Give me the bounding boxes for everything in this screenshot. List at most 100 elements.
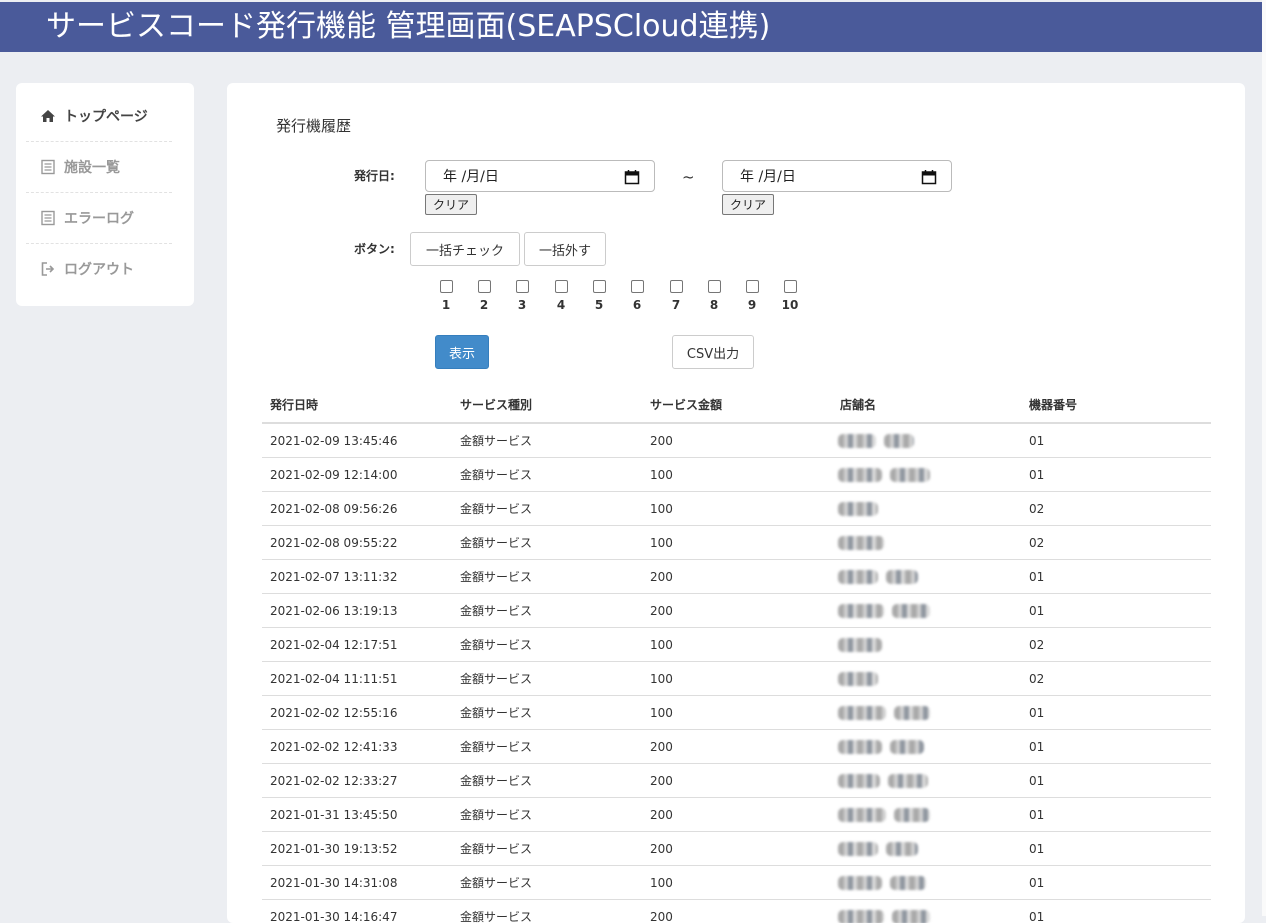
redacted-store-name xyxy=(890,740,924,754)
checkbox[interactable] xyxy=(631,280,644,293)
cell-store-name xyxy=(832,423,1021,458)
date-to-input[interactable]: 年 /月/日 xyxy=(722,160,952,192)
sidebar-item-facilities[interactable]: 施設一覧 xyxy=(26,142,172,193)
checkbox[interactable] xyxy=(440,280,453,293)
csv-export-button[interactable]: CSV出力 xyxy=(672,335,754,369)
cell-service-type: 金額サービス xyxy=(452,730,642,764)
cell-datetime: 2021-02-07 13:11:32 xyxy=(262,560,452,594)
checkbox[interactable] xyxy=(593,280,606,293)
redacted-store-name xyxy=(838,876,882,890)
cell-service-amount: 200 xyxy=(642,423,832,458)
device-checkbox-6[interactable]: 6 xyxy=(624,280,650,312)
table-row: 2021-02-02 12:33:27金額サービス20001 xyxy=(262,764,1211,798)
checkbox[interactable] xyxy=(746,280,759,293)
window-edge xyxy=(1262,0,1266,916)
table-row: 2021-01-31 13:45:50金額サービス20001 xyxy=(262,798,1211,832)
cell-datetime: 2021-02-02 12:41:33 xyxy=(262,730,452,764)
date-from-placeholder: 年 /月/日 xyxy=(443,166,499,186)
cell-service-type: 金額サービス xyxy=(452,458,642,492)
table-row: 2021-02-08 09:56:26金額サービス10002 xyxy=(262,492,1211,526)
device-checkbox-5[interactable]: 5 xyxy=(586,280,612,312)
show-button[interactable]: 表示 xyxy=(435,335,489,369)
cell-device-number: 01 xyxy=(1021,423,1211,458)
device-checkbox-2[interactable]: 2 xyxy=(471,280,497,312)
cell-service-amount: 100 xyxy=(642,526,832,560)
sidebar-item-label: ログアウト xyxy=(64,259,134,279)
checkbox[interactable] xyxy=(516,280,529,293)
cell-service-amount: 100 xyxy=(642,492,832,526)
table-row: 2021-02-04 12:17:51金額サービス10002 xyxy=(262,628,1211,662)
cell-service-type: 金額サービス xyxy=(452,832,642,866)
cell-service-type: 金額サービス xyxy=(452,696,642,730)
device-checkbox-1[interactable]: 1 xyxy=(433,280,459,312)
cell-service-type: 金額サービス xyxy=(452,526,642,560)
sidebar-item-label: 施設一覧 xyxy=(64,157,120,177)
cell-store-name xyxy=(832,730,1021,764)
column-header-store-name: 店舗名 xyxy=(832,386,1021,423)
checkbox-label: 1 xyxy=(433,298,459,312)
redacted-store-name xyxy=(892,604,930,618)
cell-datetime: 2021-01-30 14:16:47 xyxy=(262,900,452,923)
cell-service-amount: 100 xyxy=(642,866,832,900)
checkbox[interactable] xyxy=(708,280,721,293)
redacted-store-name xyxy=(886,570,918,584)
checkbox[interactable] xyxy=(670,280,683,293)
column-header-service-amount: サービス金額 xyxy=(642,386,832,423)
uncheck-all-button[interactable]: 一括外す xyxy=(524,232,606,266)
calendar-icon[interactable] xyxy=(921,169,937,185)
cell-device-number: 01 xyxy=(1021,832,1211,866)
calendar-icon[interactable] xyxy=(624,169,640,185)
table-row: 2021-01-30 14:31:08金額サービス10001 xyxy=(262,866,1211,900)
cell-device-number: 01 xyxy=(1021,900,1211,923)
redacted-store-name xyxy=(838,604,884,618)
cell-service-type: 金額サービス xyxy=(452,662,642,696)
checkbox[interactable] xyxy=(555,280,568,293)
cell-store-name xyxy=(832,866,1021,900)
sidebar-item-error-log[interactable]: エラーログ xyxy=(26,193,172,244)
device-checkbox-9[interactable]: 9 xyxy=(739,280,765,312)
cell-datetime: 2021-02-08 09:56:26 xyxy=(262,492,452,526)
cell-service-type: 金額サービス xyxy=(452,423,642,458)
device-checkbox-7[interactable]: 7 xyxy=(663,280,689,312)
cell-store-name xyxy=(832,832,1021,866)
clear-date-from-button[interactable]: クリア xyxy=(425,194,477,215)
table-body: 2021-02-09 13:45:46金額サービス200012021-02-09… xyxy=(262,423,1211,923)
cell-service-type: 金額サービス xyxy=(452,866,642,900)
cell-device-number: 01 xyxy=(1021,764,1211,798)
device-checkbox-8[interactable]: 8 xyxy=(701,280,727,312)
cell-service-type: 金額サービス xyxy=(452,900,642,923)
table-row: 2021-02-09 13:45:46金額サービス20001 xyxy=(262,423,1211,458)
cell-store-name xyxy=(832,662,1021,696)
device-checkbox-3[interactable]: 3 xyxy=(509,280,535,312)
table-row: 2021-02-08 09:55:22金額サービス10002 xyxy=(262,526,1211,560)
sidebar-item-label: エラーログ xyxy=(64,208,134,228)
cell-device-number: 02 xyxy=(1021,526,1211,560)
cell-device-number: 01 xyxy=(1021,594,1211,628)
sidebar-item-logout[interactable]: ログアウト xyxy=(26,244,172,294)
cell-store-name xyxy=(832,526,1021,560)
device-checkbox-4[interactable]: 4 xyxy=(548,280,574,312)
cell-service-type: 金額サービス xyxy=(452,798,642,832)
cell-device-number: 02 xyxy=(1021,628,1211,662)
device-checkbox-10[interactable]: 10 xyxy=(777,280,803,312)
cell-service-type: 金額サービス xyxy=(452,560,642,594)
redacted-store-name xyxy=(894,808,930,822)
sidebar-item-top-page[interactable]: トップページ xyxy=(26,91,172,142)
redacted-store-name xyxy=(838,536,884,550)
cell-service-amount: 100 xyxy=(642,628,832,662)
checkbox[interactable] xyxy=(784,280,797,293)
cell-store-name xyxy=(832,560,1021,594)
redacted-store-name xyxy=(838,842,878,856)
checkbox-label: 2 xyxy=(471,298,497,312)
date-from-input[interactable]: 年 /月/日 xyxy=(425,160,655,192)
clear-date-to-button[interactable]: クリア xyxy=(722,194,774,215)
sidebar-item-label: トップページ xyxy=(64,106,148,126)
redacted-store-name xyxy=(838,774,880,788)
cell-datetime: 2021-01-31 13:45:50 xyxy=(262,798,452,832)
checkbox[interactable] xyxy=(478,280,491,293)
app-title: サービスコード発行機能 管理画面(SEAPSCloud連携) xyxy=(46,8,770,46)
redacted-store-name xyxy=(838,740,882,754)
check-all-button[interactable]: 一括チェック xyxy=(410,232,520,266)
redacted-store-name xyxy=(886,842,918,856)
redacted-store-name xyxy=(892,910,930,923)
